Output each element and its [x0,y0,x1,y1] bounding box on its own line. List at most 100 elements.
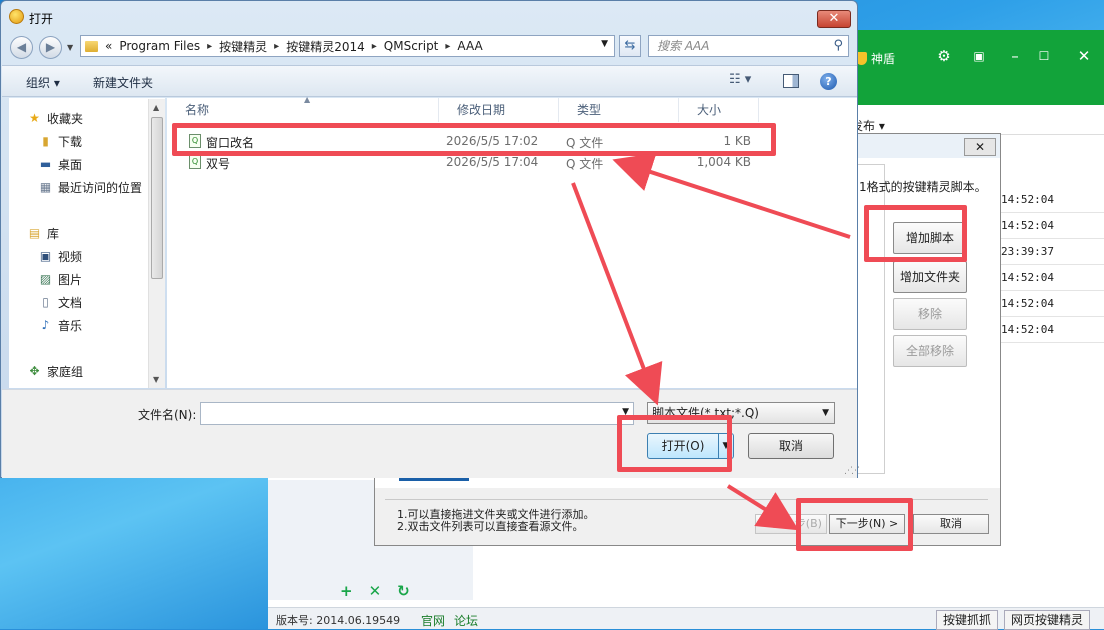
chevron-right-icon[interactable]: ▸ [445,41,450,52]
wizard-cancel-button[interactable]: 取消 [913,514,989,534]
column-name[interactable]: 名称 [167,98,439,122]
nav-label: 库 [47,227,60,241]
column-type[interactable]: 类型 [559,98,679,122]
time-column: 14:52:04 14:52:04 23:39:37 14:52:04 14:5… [999,187,1104,343]
version-label: 版本号: 2014.06.19549 [276,614,401,627]
web-spirit-button[interactable]: 网页按键精灵 [1004,610,1091,630]
breadcrumb[interactable]: « Program Files ▸ 按键精灵 ▸ 按键精灵2014 ▸ QMSc… [80,35,615,57]
dialog-cancel-button[interactable]: 取消 [748,433,834,459]
column-size[interactable]: 大小 [679,98,759,122]
search-icon[interactable]: ⚲ [833,36,843,56]
time-cell: 14:52:04 [999,291,1104,317]
breadcrumb-item[interactable]: AAA [457,39,482,53]
organize-button[interactable]: 组织 ▾ [26,74,60,91]
shield-label: 神盾 [871,52,896,66]
music-icon: ♪ [41,318,50,332]
skin-icon[interactable]: ▣ [969,46,989,66]
resize-grip-icon[interactable]: ⋰⋰ [844,466,860,476]
nav-music[interactable]: ♪ 音乐 [38,317,82,334]
nav-video[interactable]: ▣ 视频 [38,248,82,265]
wizard-close-icon[interactable]: ✕ [964,138,996,156]
shield-button[interactable]: 神盾 [856,50,895,67]
highlight-open-button [617,415,732,472]
minimize-icon[interactable]: – [1005,46,1025,66]
breadcrumb-overflow[interactable]: « [105,39,112,53]
preview-pane-icon[interactable] [783,74,799,88]
nav-library[interactable]: ▤ 库 [27,225,59,242]
add-folder-button[interactable]: 增加文件夹 [893,261,967,293]
star-icon: ★ [29,111,40,125]
status-bar: 版本号: 2014.06.19549 官网 论坛 按键抓抓 网页按键精灵 [268,607,1104,630]
chevron-right-icon[interactable]: ▸ [274,41,279,52]
chevron-right-icon[interactable]: ▸ [207,41,212,52]
link-official[interactable]: 官网 [421,612,445,629]
highlight-file-row [172,123,776,156]
video-icon: ▣ [39,249,52,263]
gear-icon[interactable]: ⚙ [934,46,954,66]
library-icon: ▤ [28,226,41,240]
chevron-down-icon[interactable]: ▼ [601,39,608,49]
add-icon[interactable]: + [340,582,353,600]
breadcrumb-item[interactable]: 按键精灵2014 [286,38,365,55]
nav-label: 家庭组 [47,365,84,379]
nav-label: 下载 [58,135,83,149]
dialog-toolbar: 组织 ▾ 新建文件夹 ☷ ▾ ? [2,65,857,97]
maximize-icon[interactable]: ☐ [1034,46,1054,66]
nav-label: 视频 [58,250,83,264]
filename-input[interactable]: ▼ [200,402,634,425]
dialog-close-button[interactable]: ✕ [817,10,851,28]
recent-places-icon: ▦ [39,180,52,194]
download-folder-icon: ▮ [42,134,49,148]
dialog-title: 打开 [29,12,54,26]
capture-button[interactable]: 按键抓抓 [936,610,999,630]
refresh-icon[interactable]: ↻ [397,582,410,600]
time-cell: 14:52:04 [999,265,1104,291]
nav-recent[interactable]: ▦ 最近访问的位置 [38,179,142,196]
breadcrumb-item[interactable]: Program Files [119,39,200,53]
chevron-right-icon[interactable]: ▸ [372,41,377,52]
remove-button[interactable]: 移除 [893,298,967,330]
back-icon[interactable]: ◀ [10,36,33,59]
scroll-thumb[interactable] [151,117,163,279]
homegroup-icon: ✥ [29,364,40,378]
wizard-tips: 1.可以直接拖进文件夹或文件进行添加。 2.双击文件列表可以直接查看源文件。 [397,509,595,533]
history-dropdown-icon[interactable]: ▼ [67,43,73,52]
nav-favorites[interactable]: ★ 收藏夹 [27,110,83,127]
nav-desktop[interactable]: ▬ 桌面 [38,156,82,173]
column-date[interactable]: 修改日期 [439,98,559,122]
file-name: 双号 [206,157,231,171]
help-icon[interactable]: ? [820,73,837,90]
remove-all-button[interactable]: 全部移除 [893,335,967,367]
list-actions: + ✕ ↻ [340,582,410,600]
nav-download[interactable]: ▮ 下载 [38,133,82,150]
nav-homegroup[interactable]: ✥ 家庭组 [27,363,83,380]
delete-icon[interactable]: ✕ [369,582,382,600]
refresh-icon[interactable]: ⇆ [619,35,641,57]
scroll-up-icon[interactable]: ▲ [153,103,159,112]
dialog-app-icon [9,9,24,24]
breadcrumb-item[interactable]: 按键精灵 [219,38,267,55]
sort-up-icon: ▲ [304,95,311,104]
time-cell: 14:52:04 [999,187,1104,213]
nav-label: 桌面 [58,158,83,172]
link-forum[interactable]: 论坛 [454,612,478,629]
new-folder-button[interactable]: 新建文件夹 [93,74,153,91]
breadcrumb-item[interactable]: QMScript [384,39,439,53]
nav-pictures[interactable]: ▨ 图片 [38,271,82,288]
search-input[interactable]: 搜索 AAA ⚲ [648,35,849,57]
close-icon[interactable]: ✕ [1074,46,1094,66]
time-cell: 14:52:04 [999,213,1104,239]
document-icon: ▯ [42,295,49,309]
forward-icon[interactable]: ▶ [39,36,62,59]
view-options-icon[interactable]: ☷ ▾ [729,72,751,87]
filename-label: 文件名(N): [138,408,197,422]
open-file-dialog: 打开 ✕ ◀ ▶ ▼ « Program Files ▸ 按键精灵 ▸ 按键精灵… [0,0,860,478]
nav-scrollbar[interactable]: ▲ ▼ [148,99,165,388]
scroll-down-icon[interactable]: ▼ [153,375,159,384]
file-type: Q 文件 [566,157,604,171]
nav-documents[interactable]: ▯ 文档 [38,294,82,311]
picture-icon: ▨ [39,272,52,286]
file-size: 1,004 KB [696,155,751,169]
nav-label: 音乐 [58,319,83,333]
file-date: 2026/5/5 17:04 [446,155,539,169]
